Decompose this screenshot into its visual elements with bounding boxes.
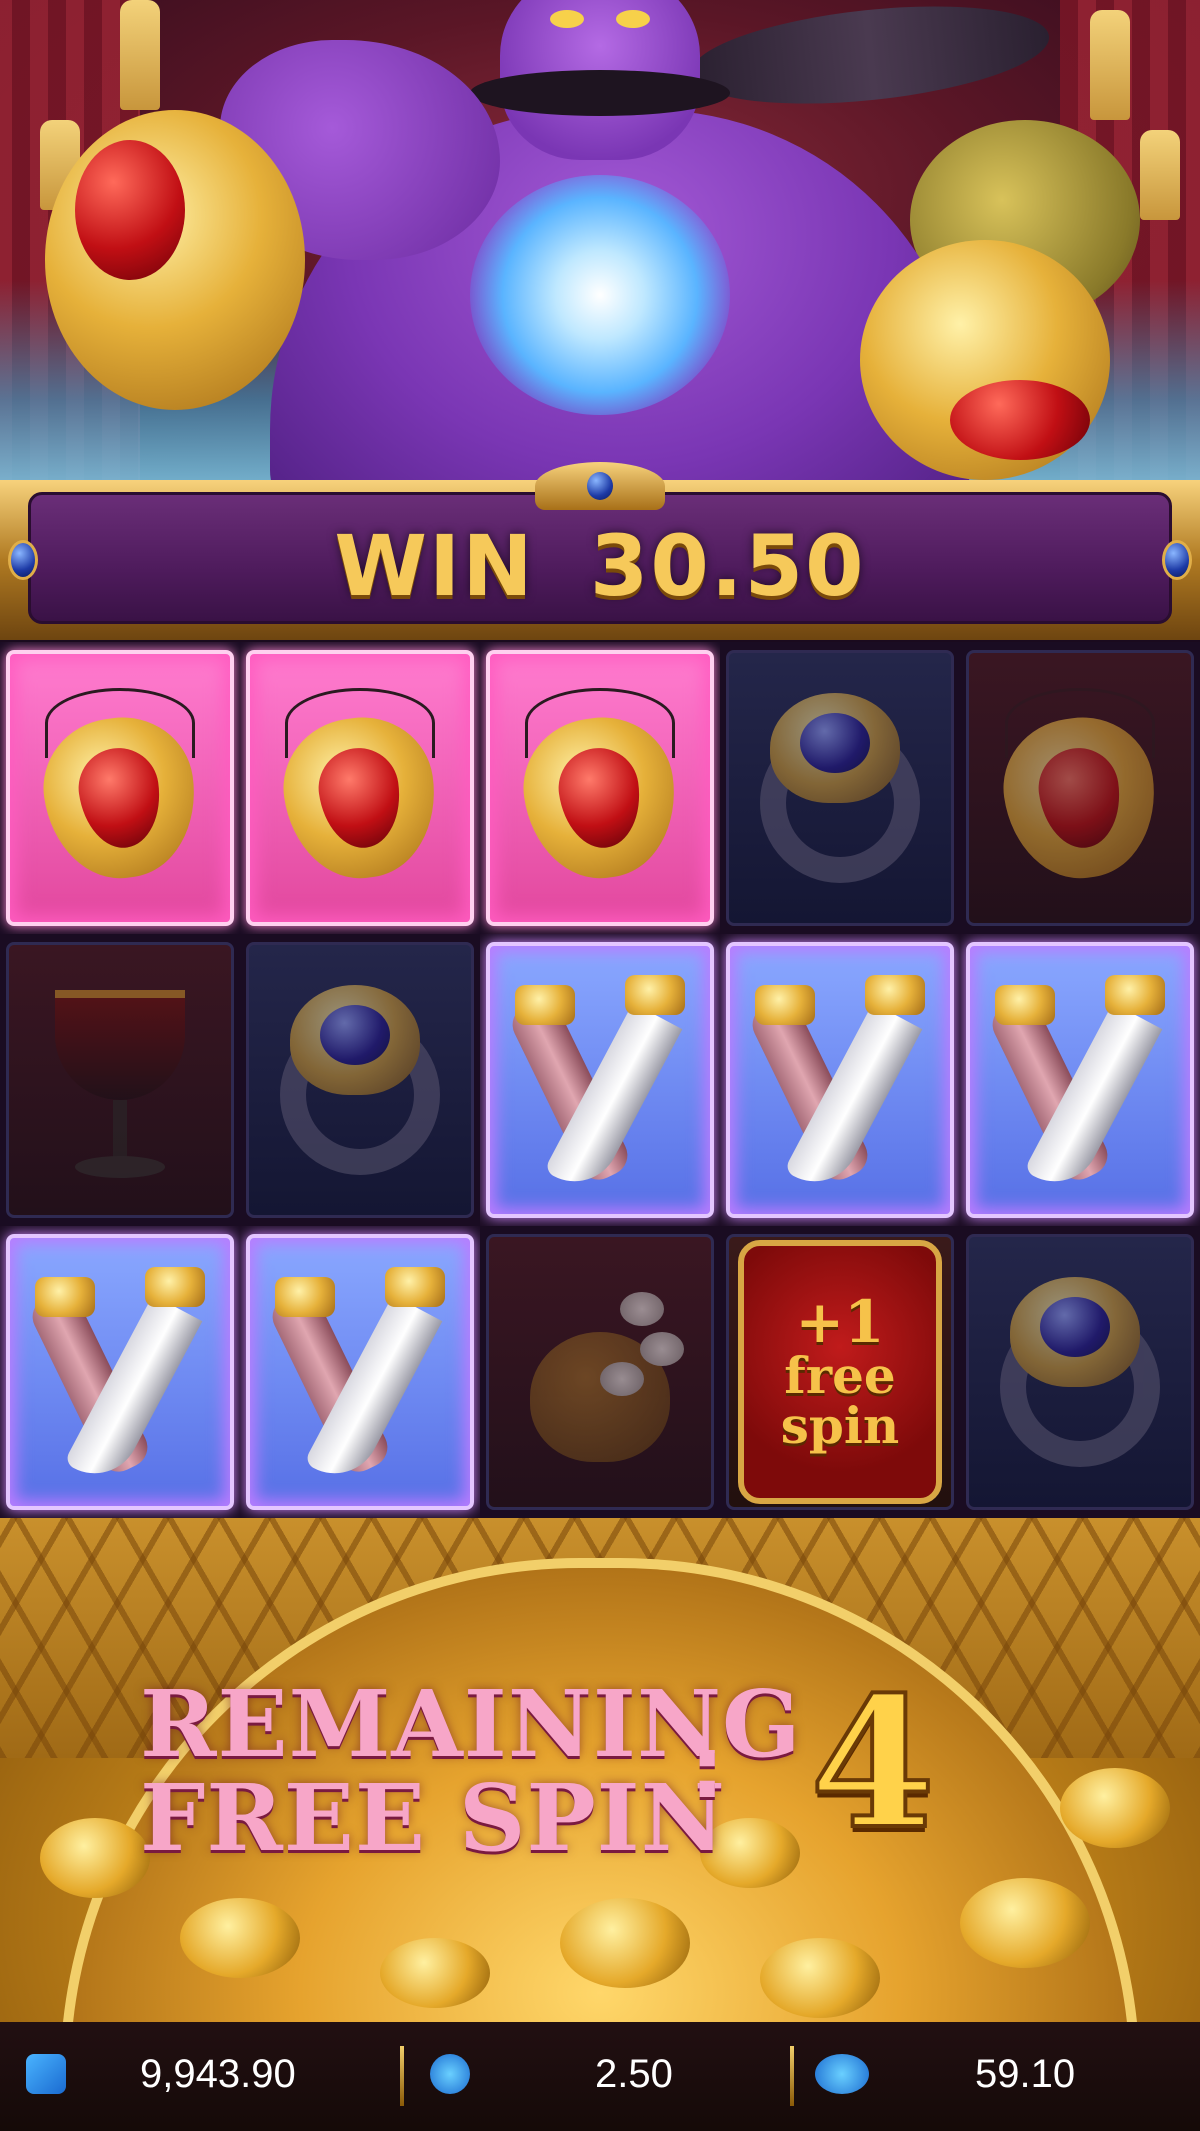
wallet-icon — [26, 2054, 66, 2094]
reel-cell-daggers — [960, 934, 1200, 1226]
win-total-display — [815, 2044, 869, 2104]
genie-ponytail — [686, 0, 1054, 119]
status-bar: 9,943.90 2.50 59.10 — [0, 2022, 1200, 2131]
tassel-icon — [1090, 10, 1130, 120]
magic-orb — [470, 175, 730, 415]
remaining-separator: : — [690, 1718, 725, 1818]
free-spin-word-spin: spin — [780, 1396, 900, 1455]
bet-value: 2.50 — [595, 2051, 673, 2096]
gold-cuff-right — [860, 240, 1110, 480]
crossed-daggers-icon — [745, 965, 935, 1198]
reel-cell-amulet — [0, 642, 240, 934]
free-spin-plus: +1 — [795, 1288, 885, 1356]
reel-cell-daggers — [480, 934, 720, 1226]
balance-display — [26, 2044, 66, 2104]
win-banner-panel: WIN 30.50 — [28, 492, 1172, 624]
ruby-amulet-icon — [994, 688, 1166, 888]
sapphire-ring-icon — [270, 985, 450, 1175]
genie-scene — [0, 0, 1200, 480]
win-total-value: 59.10 — [975, 2051, 1076, 2096]
reel-cell-coin-bag — [480, 1226, 720, 1518]
bet-display — [430, 2044, 470, 2104]
reel-cell-ring — [720, 642, 960, 934]
gold-cuff-left — [45, 110, 305, 410]
reel-cell-daggers — [720, 934, 960, 1226]
free-spin-word-free: free — [784, 1346, 896, 1405]
sapphire-ring-icon — [990, 1277, 1170, 1467]
banner-crest — [535, 462, 665, 510]
reel-cell-goblet — [0, 934, 240, 1226]
tassel-icon — [1140, 130, 1180, 220]
remaining-free-spin-count: 4 — [808, 1656, 937, 1871]
win-label: WIN — [334, 517, 535, 615]
side-gem-icon — [8, 540, 38, 580]
ruby-amulet-icon — [514, 688, 686, 888]
reel-grid: +1 free spin — [0, 642, 1200, 1518]
reel-cell-daggers — [0, 1226, 240, 1518]
divider — [400, 2046, 404, 2106]
crossed-daggers-icon — [505, 965, 695, 1198]
divider — [790, 2046, 794, 2106]
reel-cell-amulet — [240, 642, 480, 934]
balance-value: 9,943.90 — [140, 2051, 296, 2096]
win-amount: 30.50 — [589, 517, 866, 615]
reel-cell-amulet — [480, 642, 720, 934]
goblet-icon — [45, 970, 195, 1190]
coin-stack-icon — [430, 2054, 470, 2094]
win-badge-icon — [815, 2054, 869, 2094]
crossed-daggers-icon — [985, 965, 1175, 1198]
reel-cell-ring — [240, 934, 480, 1226]
ruby-amulet-icon — [34, 688, 206, 888]
crossed-daggers-icon — [25, 1257, 215, 1490]
win-display: WIN 30.50 — [31, 517, 1169, 615]
crossed-daggers-icon — [265, 1257, 455, 1490]
reel-cell-amulet — [960, 642, 1200, 934]
win-banner: WIN 30.50 — [0, 462, 1200, 640]
sapphire-ring-icon — [750, 693, 930, 883]
free-spin-counter-panel: REMAINING FREE SPIN : 4 — [0, 1518, 1200, 2022]
reel-cell-daggers — [240, 1226, 480, 1518]
tassel-icon — [120, 0, 160, 110]
side-gem-icon — [1162, 540, 1192, 580]
reel-cell-free-spin: +1 free spin — [720, 1226, 960, 1518]
coin-bag-icon — [510, 1272, 690, 1472]
reel-cell-ring — [960, 1226, 1200, 1518]
genie-mustache — [470, 70, 730, 116]
free-spin-bonus-tile: +1 free spin — [738, 1240, 942, 1504]
ruby-amulet-icon — [274, 688, 446, 888]
